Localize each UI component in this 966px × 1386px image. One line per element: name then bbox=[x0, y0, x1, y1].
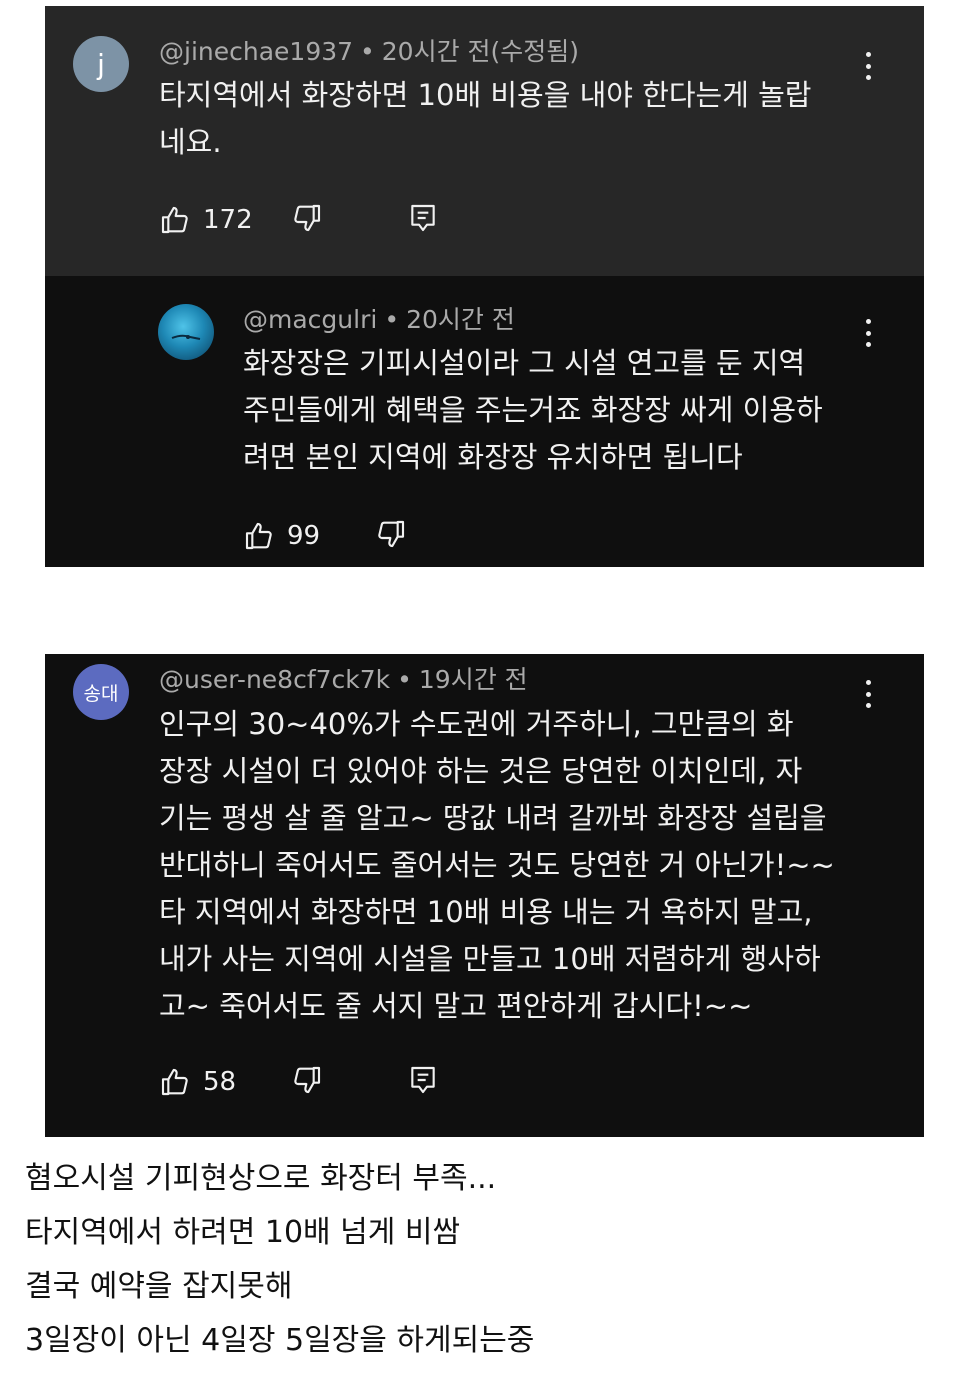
like-count: 99 bbox=[287, 521, 321, 551]
like-button[interactable]: 58 bbox=[159, 1064, 236, 1100]
thumbs-up-icon bbox=[161, 206, 188, 234]
thumbs-down-icon bbox=[294, 204, 321, 232]
thumbs-up-icon bbox=[245, 522, 272, 550]
comment-line: 내가 사는 지역에 시설을 만들고 10배 저렴하게 행사하 bbox=[159, 942, 821, 976]
more-vert-icon[interactable] bbox=[858, 676, 878, 712]
comment-text: 인구의 30~40%가 수도권에 거주하니, 그만큼의 화 장장 시설이 더 있… bbox=[159, 701, 835, 1030]
reply-button[interactable] bbox=[407, 202, 439, 234]
more-vert-icon[interactable] bbox=[858, 48, 878, 84]
avatar[interactable]: 송대 bbox=[73, 664, 129, 720]
comment-actions: 172 bbox=[159, 202, 559, 242]
caption-line: 결국 예약을 잡지못해 bbox=[25, 1269, 293, 1304]
comment-line: 화장장은 기피시설이라 그 시설 연고를 둔 지역 bbox=[243, 346, 806, 380]
comment-time[interactable]: 20시간 전 bbox=[406, 305, 515, 334]
comment-actions: 99 bbox=[243, 518, 543, 558]
comment-line: 반대하니 죽어서도 줄어서는 것도 당연한 거 아닌가!~~ bbox=[159, 848, 835, 882]
comment-line: 기는 평생 살 줄 알고~ 땅값 내려 갈까봐 화장장 설립을 bbox=[159, 801, 827, 835]
comment-line: 인구의 30~40%가 수도권에 거주하니, 그만큼의 화 bbox=[159, 707, 794, 741]
avatar[interactable] bbox=[158, 304, 214, 360]
comment-highlighted: j @jinechae1937 • 20시간 전(수정됨) 타지역에서 화장하면 1… bbox=[45, 6, 924, 276]
comment-thread-1: j @jinechae1937 • 20시간 전(수정됨) 타지역에서 화장하면 1… bbox=[45, 6, 924, 567]
reply-button[interactable] bbox=[407, 1064, 439, 1096]
diver-image bbox=[171, 334, 201, 340]
comment-line: 주민들에게 혜택을 주는거죠 화장장 싸게 이용하 bbox=[243, 393, 823, 427]
comment-meta: @jinechae1937 • 20시간 전(수정됨) bbox=[159, 36, 579, 68]
caption-line: 3일장이 아닌 4일장 5일장을 하게되는중 bbox=[25, 1323, 535, 1358]
dislike-button[interactable] bbox=[375, 518, 407, 550]
like-button[interactable]: 99 bbox=[243, 518, 320, 554]
comment-time[interactable]: 20시간 전(수정됨) bbox=[382, 37, 579, 66]
like-count: 58 bbox=[203, 1067, 237, 1097]
thumbs-down-icon bbox=[294, 1066, 321, 1094]
caption-line: 혐오시설 기피현상으로 화장터 부족... bbox=[25, 1161, 497, 1196]
dislike-button[interactable] bbox=[291, 1064, 323, 1096]
comment-thread-2: 송대 @user-ne8cf7ck7k • 19시간 전 인구의 30~40%가 수… bbox=[45, 654, 924, 1137]
thumbs-up-icon bbox=[161, 1068, 188, 1096]
meta-separator: • bbox=[397, 665, 412, 694]
comment-author[interactable]: @macgulri bbox=[243, 305, 377, 334]
avatar-letter: j bbox=[97, 47, 105, 81]
reply-icon bbox=[411, 204, 435, 232]
comment-time[interactable]: 19시간 전 bbox=[419, 665, 528, 694]
comment-line: 려면 본인 지역에 화장장 유치하면 됩니다 bbox=[243, 440, 743, 474]
post-caption: 혐오시설 기피현상으로 화장터 부족... 타지역에서 하려면 10배 넘게 비… bbox=[25, 1152, 534, 1368]
thumbs-down-icon bbox=[378, 520, 405, 548]
comment-author[interactable]: @jinechae1937 bbox=[159, 37, 353, 66]
more-vert-icon[interactable] bbox=[858, 315, 878, 351]
comment-meta: @macgulri • 20시간 전 bbox=[243, 304, 515, 336]
avatar[interactable]: j bbox=[73, 36, 129, 92]
caption-line: 타지역에서 하려면 10배 넘게 비쌈 bbox=[25, 1215, 461, 1250]
comment-line: 장장 시설이 더 있어야 하는 것은 당연한 이치인데, 자 bbox=[159, 754, 803, 788]
meta-separator: • bbox=[384, 305, 400, 334]
dislike-button[interactable] bbox=[291, 202, 323, 234]
comment-text: 화장장은 기피시설이라 그 시설 연고를 둔 지역 주민들에게 혜택을 주는거죠… bbox=[243, 340, 823, 481]
comment-line: 고~ 죽어서도 줄 서지 말고 편안하게 갑시다!~~ bbox=[159, 989, 753, 1023]
reply-icon bbox=[411, 1066, 435, 1094]
comment-line: 타 지역에서 화장하면 10배 비용 내는 거 욕하지 말고, bbox=[159, 895, 813, 929]
like-count: 172 bbox=[203, 205, 253, 235]
avatar-letter: 송대 bbox=[83, 682, 119, 705]
comment-text: 타지역에서 화장하면 10배 비용을 내야 한다는게 놀랍 네요. bbox=[159, 72, 812, 166]
comment-author[interactable]: @user-ne8cf7ck7k bbox=[159, 665, 390, 694]
comment-line: 타지역에서 화장하면 10배 비용을 내야 한다는게 놀랍 bbox=[159, 78, 812, 112]
like-button[interactable]: 172 bbox=[159, 202, 253, 238]
comment-line: 네요. bbox=[159, 125, 222, 159]
meta-separator: • bbox=[360, 37, 375, 66]
comment-actions: 58 bbox=[159, 1064, 559, 1104]
comment-meta: @user-ne8cf7ck7k • 19시간 전 bbox=[159, 664, 528, 696]
